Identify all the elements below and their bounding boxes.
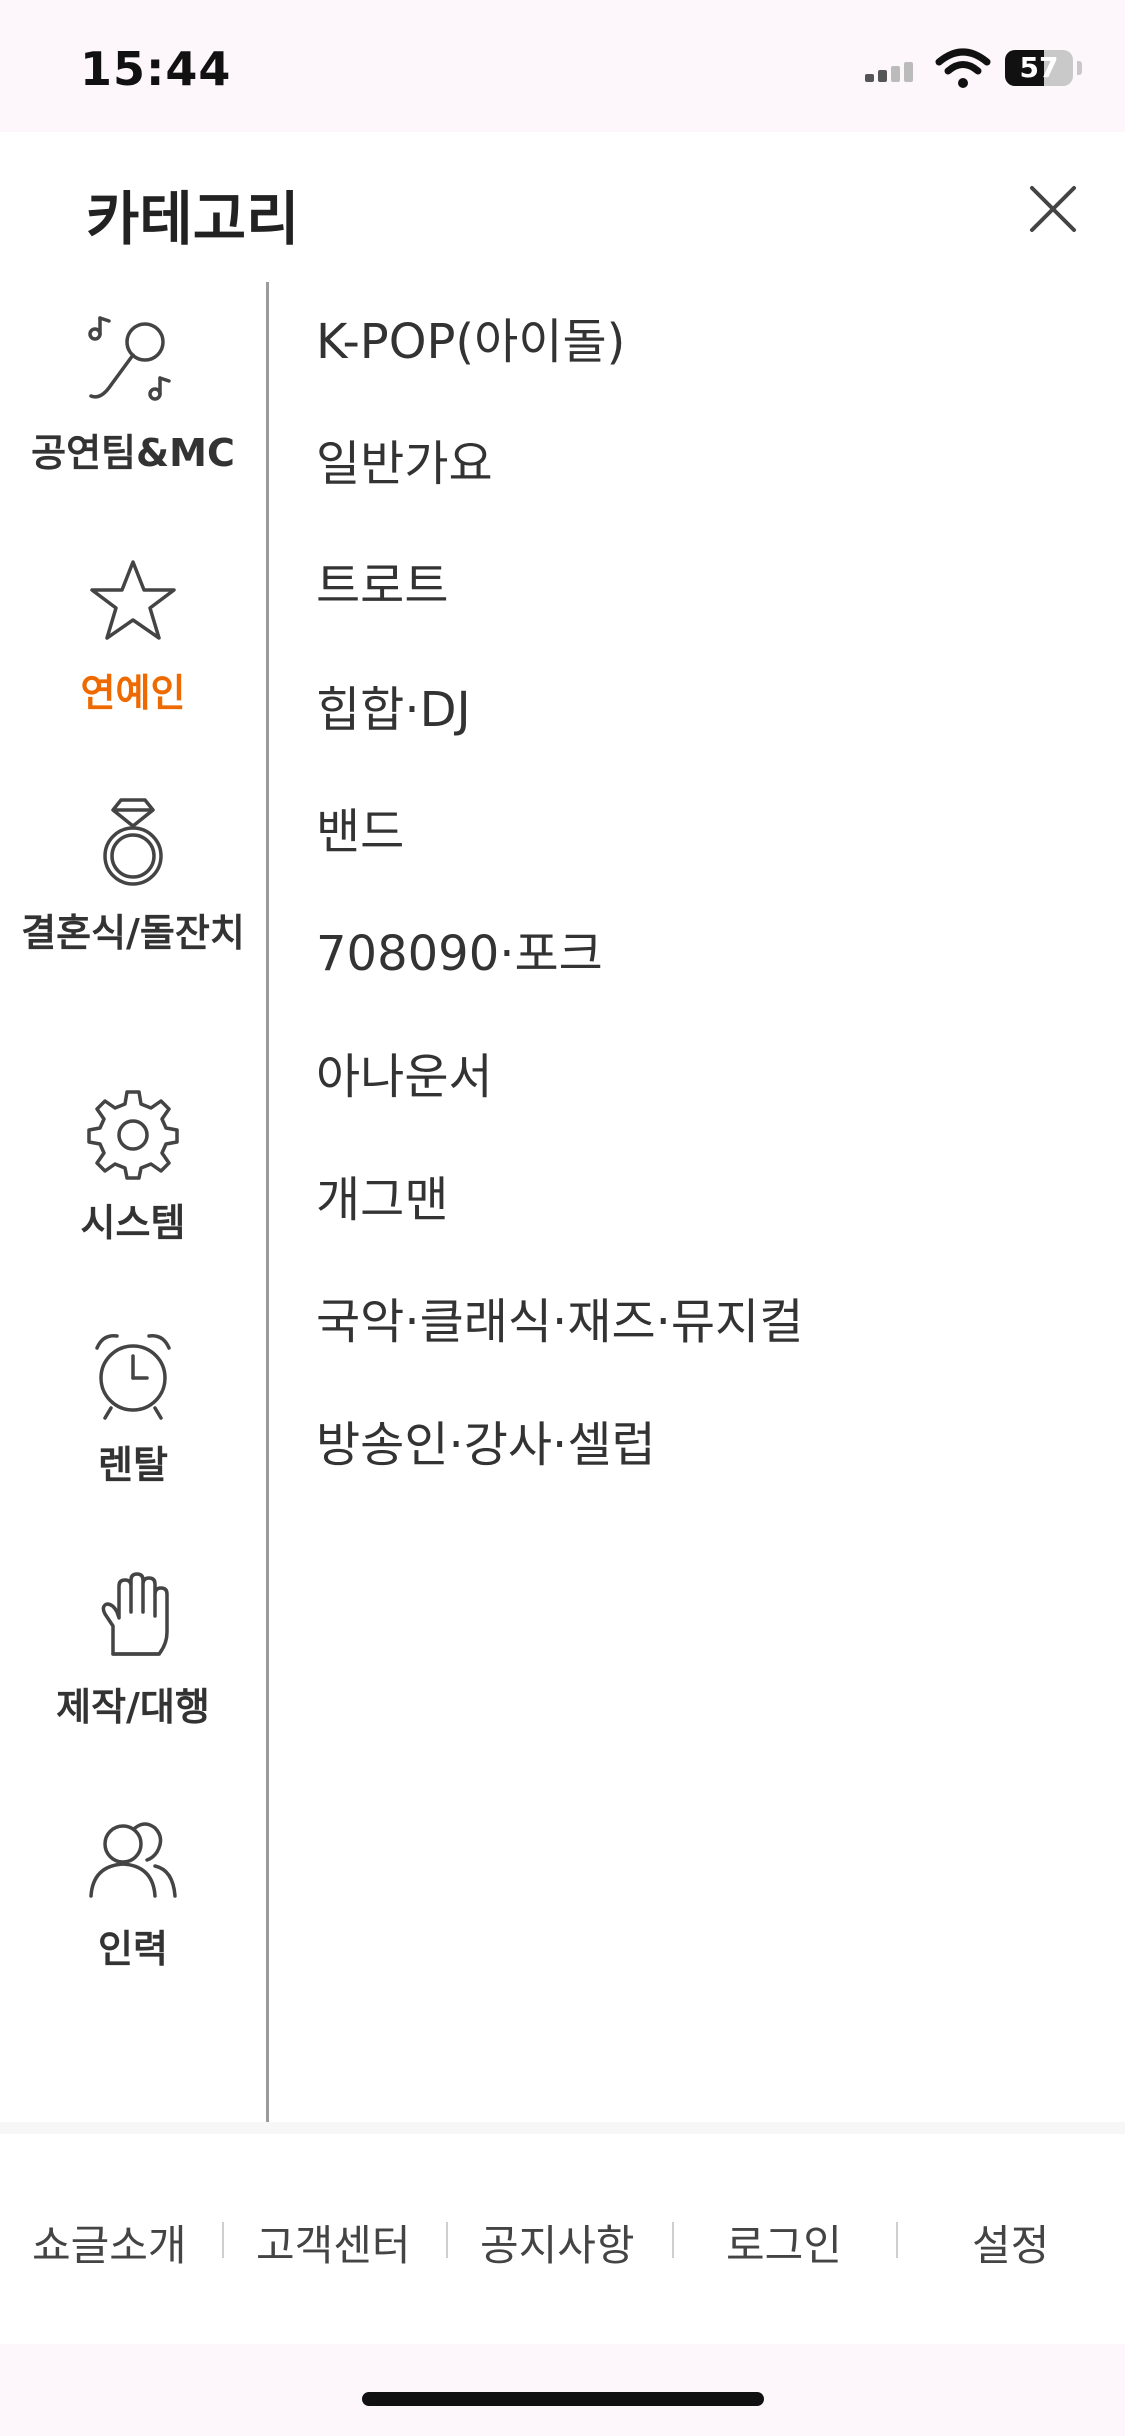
subcategory-item[interactable]: 밴드 [316, 772, 404, 892]
footer-separator [896, 2222, 898, 2258]
subcategory-item[interactable]: 트로트 [316, 526, 448, 646]
footer-link-about[interactable]: 쇼글소개 [32, 2212, 187, 2273]
sidebar-item-system[interactable]: 시스템 [0, 1052, 266, 1292]
sidebar-item-performance[interactable]: 공연팀&MC [0, 282, 266, 522]
footer-link-notice[interactable]: 공지사항 [480, 2212, 635, 2273]
subcategory-item[interactable]: 708090·포크 [316, 894, 603, 1014]
footer-separator [672, 2222, 674, 2258]
subcategory-item[interactable]: K-POP(아이돌) [316, 282, 625, 402]
footer-separator [222, 2222, 224, 2258]
subcategory-item[interactable]: 힙합·DJ [316, 650, 471, 770]
sidebar-item-staff[interactable]: 인력 [0, 1778, 266, 2018]
status-indicators: 57 [865, 44, 1125, 94]
battery-cap [1077, 61, 1082, 75]
battery-level: 57 [1019, 51, 1059, 84]
sidebar-item-production[interactable]: 제작/대행 [0, 1536, 266, 1776]
footer-link-settings[interactable]: 설정 [972, 2212, 1049, 2273]
sidebar-item-label: 제작/대행 [56, 1685, 210, 1729]
category-panel: 카테고리 공연팀&MC 연예인 결혼식/돌잔치 시스템 렌탈 제작/대행 인력 … [0, 132, 1125, 2332]
wifi-icon [935, 48, 991, 88]
sidebar-item-label: 렌탈 [98, 1443, 168, 1487]
battery-icon: 57 [1005, 50, 1073, 86]
cellular-signal-icon [865, 54, 925, 94]
glove-icon [101, 1572, 169, 1656]
home-indicator [362, 2392, 764, 2406]
sidebar-divider [266, 282, 269, 2237]
alarm-clock-icon [95, 1334, 171, 1420]
sidebar-item-label: 인력 [98, 1927, 168, 1971]
sidebar-item-rental[interactable]: 렌탈 [0, 1294, 266, 1534]
status-bar: 15:44 57 [0, 0, 1125, 132]
star-icon [90, 560, 176, 640]
sidebar-item-label: 시스템 [80, 1201, 186, 1245]
gear-icon [87, 1090, 179, 1180]
sidebar-item-label: 공연팀&MC [31, 431, 235, 475]
footer-link-login[interactable]: 로그인 [726, 2212, 842, 2273]
footer-nav: 쇼글소개 고객센터 공지사항 로그인 설정 [0, 2122, 1125, 2344]
people-icon [89, 1822, 177, 1898]
sidebar-item-wedding[interactable]: 결혼식/돌잔치 [0, 762, 266, 1002]
status-time: 15:44 [80, 42, 232, 96]
sidebar-item-celebrity[interactable]: 연예인 [0, 522, 266, 762]
sidebar-item-label: 결혼식/돌잔치 [21, 911, 245, 955]
subcategory-item[interactable]: 아나운서 [316, 1017, 493, 1137]
microphone-icon [88, 316, 171, 401]
ring-icon [103, 798, 163, 886]
subcategory-item[interactable]: 개그맨 [316, 1140, 448, 1260]
sidebar-item-label: 연예인 [80, 671, 186, 715]
footer-separator [446, 2222, 448, 2258]
close-icon[interactable] [1022, 178, 1084, 240]
subcategory-item[interactable]: 국악·클래식·재즈·뮤지컬 [316, 1262, 803, 1382]
page-title: 카테고리 [86, 185, 300, 253]
subcategory-item[interactable]: 방송인·강사·셀럽 [316, 1385, 656, 1505]
footer-link-support[interactable]: 고객센터 [256, 2212, 411, 2273]
subcategory-item[interactable]: 일반가요 [316, 404, 493, 524]
category-sidebar: 공연팀&MC 연예인 결혼식/돌잔치 시스템 렌탈 제작/대행 인력 [0, 282, 266, 2237]
